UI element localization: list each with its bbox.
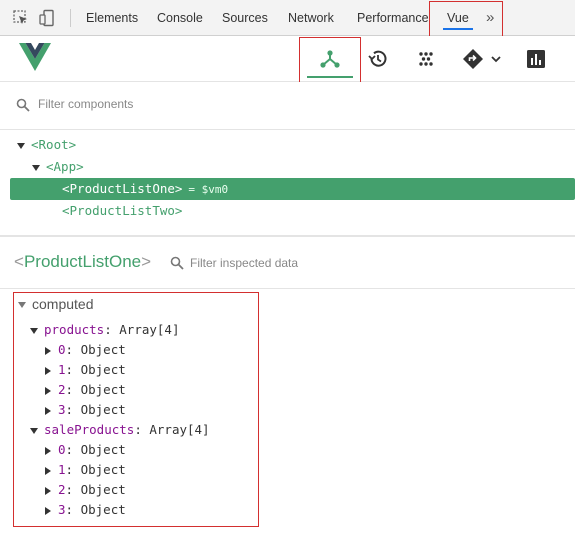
array-item-row[interactable]: 2: Object [45, 380, 126, 400]
inspector-header: <ProductListOne> Filter inspected data [0, 237, 575, 289]
array-item-row[interactable]: 3: Object [45, 500, 126, 520]
property-value: Array[4] [149, 422, 210, 437]
tree-node-app[interactable]: <App> [10, 156, 575, 178]
tree-node-selected-label: <ProductListOne> [62, 181, 183, 196]
tab-console[interactable]: Console [157, 0, 203, 36]
expand-triangle-icon[interactable] [45, 486, 51, 495]
item-index: 3 [58, 402, 66, 417]
item-value: Object [80, 482, 126, 497]
tree-node-root[interactable]: <Root> [10, 134, 575, 156]
expand-triangle-icon[interactable] [45, 366, 51, 375]
filter-components-input[interactable]: Filter components [38, 97, 133, 111]
filter-inspected-data-input[interactable]: Filter inspected data [190, 256, 298, 270]
property-key: products [44, 322, 105, 337]
item-index: 1 [58, 362, 66, 377]
computed-section-header[interactable]: computed [18, 294, 93, 314]
expand-triangle-icon[interactable] [32, 164, 40, 171]
vue-logo-icon [19, 43, 51, 71]
vm-reference: = $vm0 [188, 183, 229, 196]
vue-devtools-toolbar [0, 36, 575, 82]
tab-performance[interactable]: Performance [357, 0, 429, 36]
performance-icon [527, 50, 545, 68]
array-item-row[interactable]: 3: Object [45, 400, 126, 420]
device-toolbar-icon[interactable] [38, 9, 56, 27]
tree-node-app-label: <App> [46, 159, 84, 174]
array-item-row[interactable]: 0: Object [45, 440, 126, 460]
property-value: Array[4] [119, 322, 180, 337]
chevron-down-icon [491, 56, 501, 63]
vuex-tab-button[interactable] [410, 36, 442, 82]
inspected-component-name: <ProductListOne> [14, 252, 152, 271]
tree-node-root-label: <Root> [31, 137, 77, 152]
tree-node-sibling[interactable]: <ProductListTwo> [10, 200, 575, 222]
expand-triangle-icon[interactable] [17, 142, 25, 149]
collapse-triangle-icon[interactable] [30, 327, 38, 334]
search-icon [16, 98, 30, 112]
item-index: 0 [58, 342, 66, 357]
item-index: 2 [58, 482, 66, 497]
tab-elements[interactable]: Elements [86, 0, 138, 36]
routing-tab-button[interactable] [458, 36, 506, 82]
component-filter-bar: Filter components [0, 82, 575, 130]
collapse-triangle-icon[interactable] [30, 427, 38, 434]
item-value: Object [80, 502, 126, 517]
expand-triangle-icon[interactable] [45, 346, 51, 355]
item-index: 1 [58, 462, 66, 477]
item-index: 0 [58, 442, 66, 457]
array-item-row[interactable]: 2: Object [45, 480, 126, 500]
collapse-triangle-icon[interactable] [18, 302, 26, 309]
inspect-element-icon[interactable] [12, 9, 30, 27]
toolbar-divider [70, 9, 71, 27]
history-icon [368, 50, 387, 67]
array-item-row[interactable]: 1: Object [45, 460, 126, 480]
vuex-icon [419, 52, 433, 66]
array-item-row[interactable]: 1: Object [45, 360, 126, 380]
tab-sources[interactable]: Sources [222, 0, 268, 36]
item-value: Object [80, 442, 126, 457]
tab-network[interactable]: Network [288, 0, 334, 36]
item-value: Object [80, 382, 126, 397]
expand-triangle-icon[interactable] [45, 506, 51, 515]
expand-triangle-icon[interactable] [45, 466, 51, 475]
item-value: Object [80, 342, 126, 357]
tree-node-sibling-label: <ProductListTwo> [62, 203, 183, 218]
item-index: 3 [58, 502, 66, 517]
item-value: Object [80, 462, 126, 477]
performance-tab-button[interactable] [520, 36, 552, 82]
vue-tab-highlight-box [429, 1, 503, 37]
tree-node-selected[interactable]: <ProductListOne> = $vm0 [10, 178, 575, 200]
item-value: Object [80, 362, 126, 377]
data-property-row[interactable]: saleProducts: Array[4] [30, 420, 210, 440]
timeline-tab-button[interactable] [362, 36, 394, 82]
expand-triangle-icon[interactable] [45, 406, 51, 415]
computed-section-label: computed [32, 296, 94, 312]
routing-icon [463, 49, 483, 69]
array-item-row[interactable]: 0: Object [45, 340, 126, 360]
property-key: saleProducts [44, 422, 135, 437]
item-value: Object [80, 402, 126, 417]
search-icon [170, 256, 184, 270]
item-index: 2 [58, 382, 66, 397]
expand-triangle-icon[interactable] [45, 446, 51, 455]
expand-triangle-icon[interactable] [45, 386, 51, 395]
data-property-row[interactable]: products: Array[4] [30, 320, 180, 340]
